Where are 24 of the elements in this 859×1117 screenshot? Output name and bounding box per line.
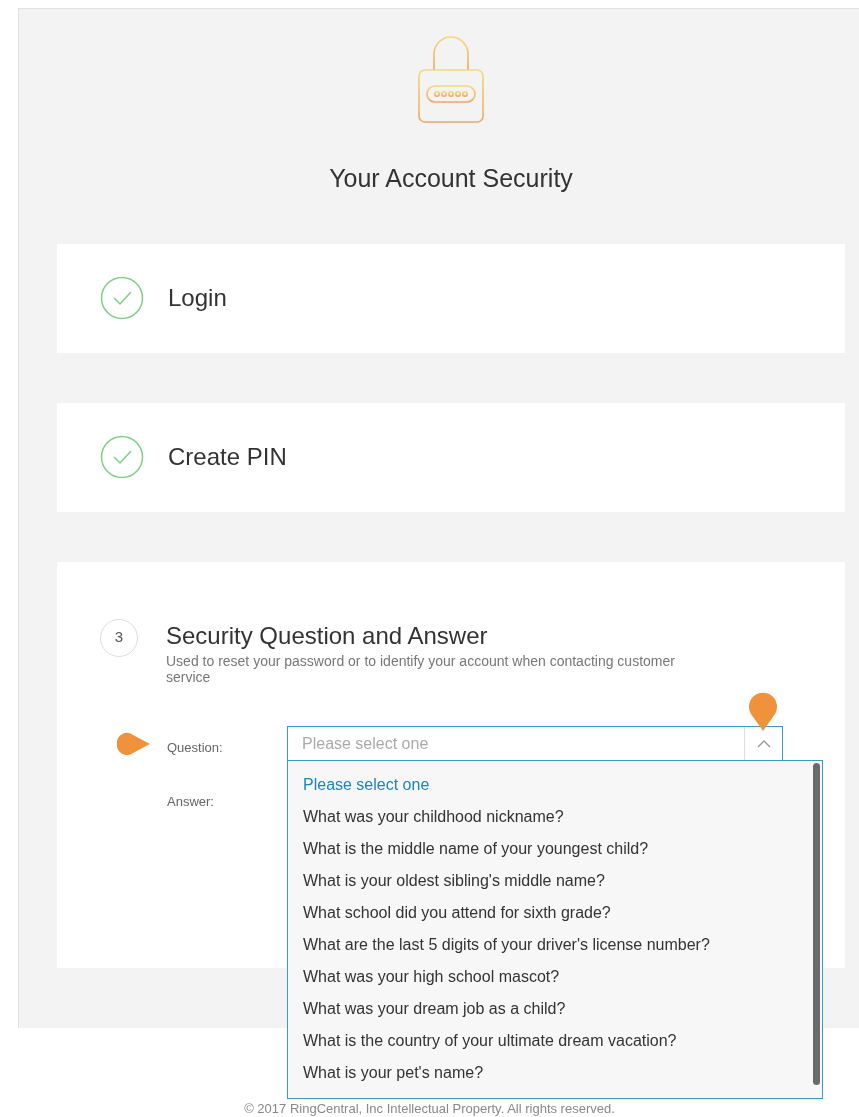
marker-pin-drawing: [115, 731, 151, 756]
dropdown-option[interactable]: What is the country of your ultimate dream vacation?: [288, 1024, 822, 1057]
page-title: Your Account Security: [329, 163, 573, 194]
step-title: Security Question and Answer: [166, 620, 489, 651]
dropdown-option[interactable]: What school did you attend for sixth grade?: [288, 896, 822, 929]
check-circle-icon: [100, 435, 144, 479]
check-circle-icon: [100, 276, 144, 320]
step-title: Create PIN: [168, 442, 287, 472]
dropdown-option[interactable]: What are the last 5 digits of your driver's license number?: [288, 928, 822, 961]
dropdown-option[interactable]: What is your oldest sibling's middle name?: [288, 864, 822, 897]
footer-text: © 2017 RingCentral, Inc Intellectual Property. All rights reserved.: [244, 1100, 615, 1117]
dropdown-option[interactable]: What was your dream job as a child?: [288, 992, 822, 1025]
step-description: Used to reset your password or to identify your account when contacting customer service: [166, 652, 676, 685]
dropdown-option[interactable]: What is the middle name of your youngest child?: [288, 832, 822, 865]
field-label: Answer:: [167, 792, 214, 811]
step-title: Login: [168, 283, 227, 313]
field-label: Question:: [167, 738, 223, 757]
dropdown-option[interactable]: Please select one: [288, 768, 822, 801]
scrollbar-thumb[interactable]: [813, 762, 820, 1085]
dropdown-option[interactable]: What was your childhood nickname?: [288, 800, 822, 833]
dropdown-option[interactable]: What was your high school mascot?: [288, 960, 822, 993]
dropdown-option[interactable]: What is your pet's name?: [288, 1056, 822, 1089]
caret-icon: [756, 739, 771, 748]
marker-pin-drawing: [747, 691, 779, 732]
